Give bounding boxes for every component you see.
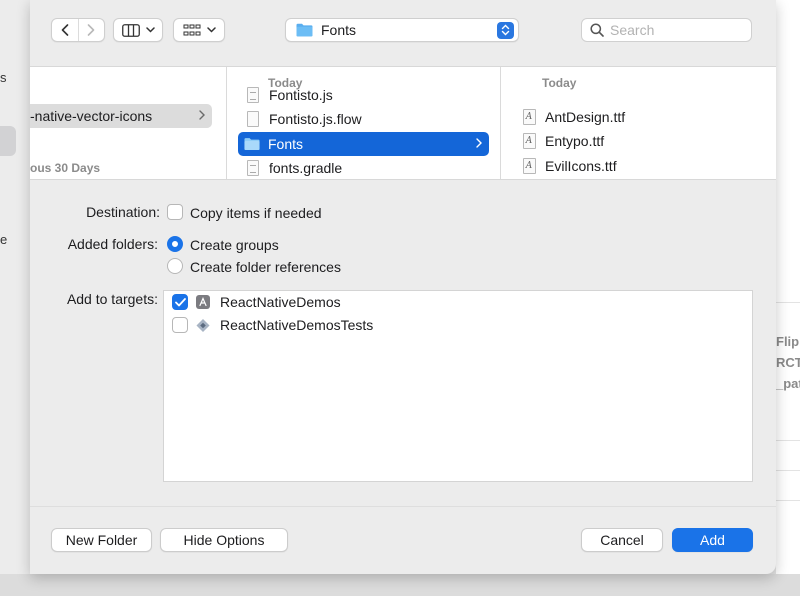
chevron-right-icon [87, 24, 95, 36]
target-name: ReactNativeDemosTests [220, 317, 374, 333]
browser-file-row[interactable]: Fontisto.js.flow [245, 107, 362, 131]
folder-icon [296, 23, 313, 37]
chevron-left-icon [61, 24, 69, 36]
file-name: EvilIcons.ttf [545, 158, 617, 174]
section-header: ous 30 Days [30, 161, 101, 175]
font-file-icon: A [521, 157, 537, 175]
chevron-down-icon [206, 27, 216, 33]
browser-column-3: Today A AntDesign.ttf A Entypo.ttf A Evi… [500, 67, 776, 179]
targets-list: ReactNativeDemos ReactNativeDemosTests [163, 290, 753, 482]
group-by-button[interactable] [173, 18, 225, 42]
browser-file-row[interactable]: A AntDesign.ttf [521, 105, 625, 129]
add-button[interactable]: Add [672, 528, 753, 552]
text-file-icon [245, 159, 261, 177]
background-editor: Flip RCT _patl [776, 0, 800, 574]
browser-item-selected-parent[interactable]: -native-vector-icons [30, 104, 212, 128]
cancel-button[interactable]: Cancel [581, 528, 663, 552]
chevron-right-icon [476, 138, 482, 148]
browser-item-label: -native-vector-icons [30, 108, 153, 124]
background-sidebar-text: e [0, 232, 8, 247]
browser-file-row[interactable]: Fontisto.js [245, 83, 333, 107]
file-dialog-toolbar: Fonts [30, 0, 776, 66]
create-folder-references-label: Create folder references [190, 259, 341, 275]
destination-label: Destination: [86, 204, 160, 220]
target-row[interactable]: ReactNativeDemosTests [172, 314, 373, 336]
forward-button[interactable] [78, 19, 104, 41]
background-sidebar-text: s [0, 70, 7, 85]
file-name: Entypo.ttf [545, 133, 605, 149]
added-folders-label: Added folders: [67, 236, 158, 252]
chevron-right-icon [199, 110, 205, 120]
folder-name: Fonts [268, 136, 304, 152]
target-row[interactable]: ReactNativeDemos [172, 291, 341, 313]
search-icon [590, 23, 604, 37]
font-file-icon: A [521, 108, 537, 126]
hide-options-button[interactable]: Hide Options [160, 528, 288, 552]
folder-icon [244, 135, 260, 153]
test-target-icon [196, 318, 210, 332]
back-button[interactable] [52, 19, 78, 41]
create-groups-label: Create groups [190, 237, 279, 253]
grid-icon [183, 24, 200, 35]
background-sidebar-selection [0, 126, 16, 156]
file-icon [245, 110, 261, 128]
browser-file-row[interactable]: A Entypo.ttf [521, 129, 604, 153]
browser-column-2: Today Fontisto.js Fontisto.js.flow Fonts… [226, 67, 499, 179]
target-name: ReactNativeDemos [220, 294, 341, 310]
target-checkbox[interactable] [172, 317, 188, 333]
location-popup[interactable]: Fonts [285, 18, 519, 42]
checkmark-icon [174, 297, 186, 306]
add-files-sheet: Fonts -native-vector-icons ous 30 Days T… [30, 0, 776, 574]
create-groups-radio[interactable] [167, 236, 183, 252]
browser-folder-row-selected[interactable]: Fonts [238, 132, 489, 156]
create-folder-references-radio[interactable] [167, 258, 183, 274]
add-to-targets-label: Add to targets: [66, 291, 158, 307]
background-editor-text: RCT [776, 355, 800, 370]
section-header: Today [542, 76, 577, 90]
font-file-icon: A [521, 132, 537, 150]
footer-divider [30, 506, 776, 507]
file-name: AntDesign.ttf [545, 109, 626, 125]
view-mode-button[interactable] [113, 18, 163, 42]
chevron-down-icon [145, 27, 155, 33]
app-target-icon [196, 295, 210, 309]
copy-items-label: Copy items if needed [190, 205, 322, 221]
file-name: Fontisto.js [269, 87, 333, 103]
file-name: Fontisto.js.flow [269, 111, 362, 127]
copy-items-checkbox[interactable] [167, 204, 183, 220]
columns-view-icon [121, 23, 140, 37]
new-folder-button[interactable]: New Folder [51, 528, 152, 552]
browser-file-row[interactable]: fonts.gradle [245, 156, 342, 179]
background-sidebar: s e [0, 0, 30, 596]
target-checkbox-checked[interactable] [172, 294, 188, 310]
location-name: Fonts [321, 22, 357, 38]
browser-column-1: -native-vector-icons ous 30 Days [30, 67, 225, 179]
background-editor-text: _patl [776, 376, 800, 391]
background-editor-text: Flip [776, 334, 800, 349]
popup-stepper-icon [497, 21, 514, 39]
navigation-buttons [51, 18, 105, 42]
browser-file-row[interactable]: A EvilIcons.ttf [521, 154, 617, 178]
search-field[interactable] [581, 18, 752, 42]
file-name: fonts.gradle [269, 160, 343, 176]
search-input[interactable] [610, 22, 740, 38]
js-file-icon [245, 86, 261, 104]
background-statusbar [0, 574, 800, 596]
column-browser: -native-vector-icons ous 30 Days Today F… [30, 66, 776, 180]
